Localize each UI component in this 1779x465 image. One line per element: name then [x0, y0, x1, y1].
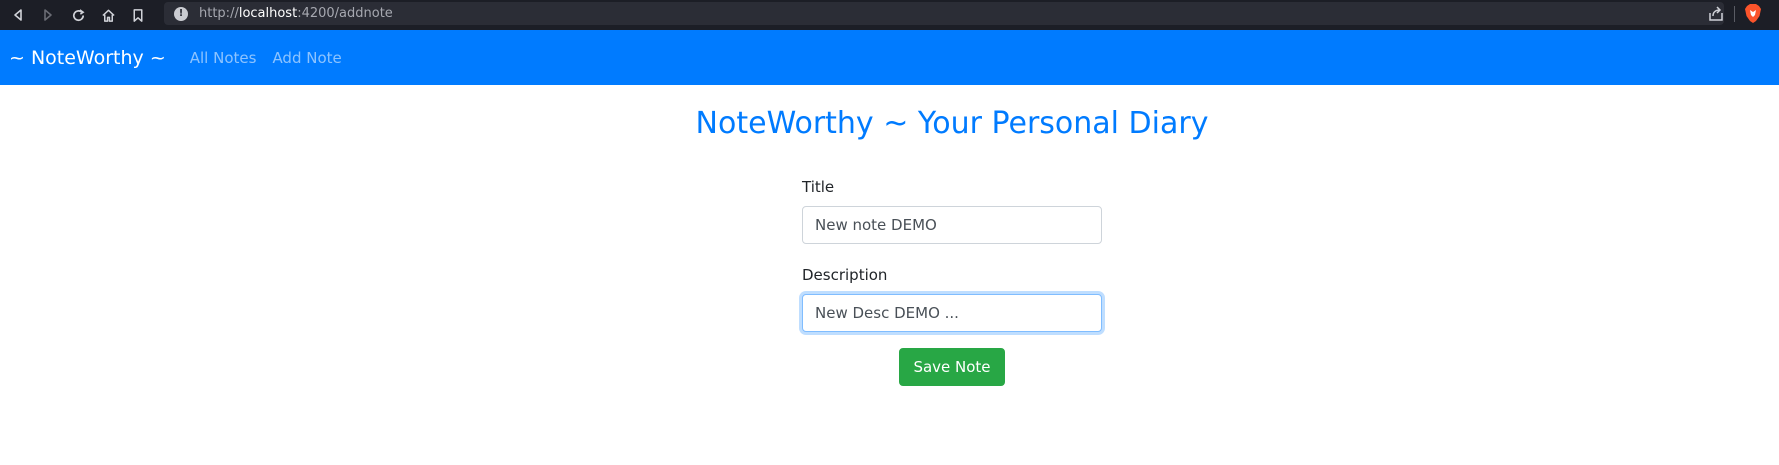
- home-button[interactable]: [94, 1, 122, 29]
- description-label: Description: [802, 266, 888, 284]
- share-icon[interactable]: [1706, 4, 1726, 24]
- title-input[interactable]: [802, 206, 1102, 244]
- form-actions: Save Note: [802, 348, 1102, 386]
- page-title: NoteWorthy ~ Your Personal Diary: [695, 106, 1209, 141]
- url-scheme: http://: [199, 6, 239, 21]
- forward-button[interactable]: [34, 1, 62, 29]
- back-icon: [14, 9, 22, 21]
- address-bar[interactable]: ! http://localhost:4200/addnote: [164, 2, 1724, 25]
- app-navbar: ~ NoteWorthy ~ All Notes Add Note: [0, 30, 1779, 85]
- navbar-brand[interactable]: ~ NoteWorthy ~: [9, 47, 166, 69]
- browser-toolbar: ! http://localhost:4200/addnote: [0, 0, 1779, 30]
- forward-icon: [44, 9, 52, 21]
- url-host: localhost: [238, 6, 298, 21]
- reload-button[interactable]: [64, 1, 92, 29]
- add-note-form: Title Description Save Note: [802, 176, 1102, 386]
- description-group: Description: [802, 264, 1102, 332]
- title-group: Title: [802, 176, 1102, 244]
- brave-icon[interactable]: [1744, 3, 1762, 25]
- info-icon[interactable]: !: [174, 6, 188, 21]
- description-input[interactable]: [802, 294, 1102, 332]
- nav-link-add-note[interactable]: Add Note: [272, 49, 341, 67]
- toolbar-divider: [1734, 6, 1735, 22]
- nav-link-all-notes[interactable]: All Notes: [190, 49, 257, 67]
- home-icon: [101, 9, 115, 22]
- title-label: Title: [802, 178, 835, 196]
- url-path: :4200/addnote: [297, 6, 393, 21]
- reload-icon: [72, 8, 85, 21]
- bookmark-button[interactable]: [124, 1, 152, 29]
- save-note-button[interactable]: Save Note: [899, 348, 1005, 386]
- back-button[interactable]: [4, 1, 32, 29]
- bookmark-icon: [133, 8, 143, 22]
